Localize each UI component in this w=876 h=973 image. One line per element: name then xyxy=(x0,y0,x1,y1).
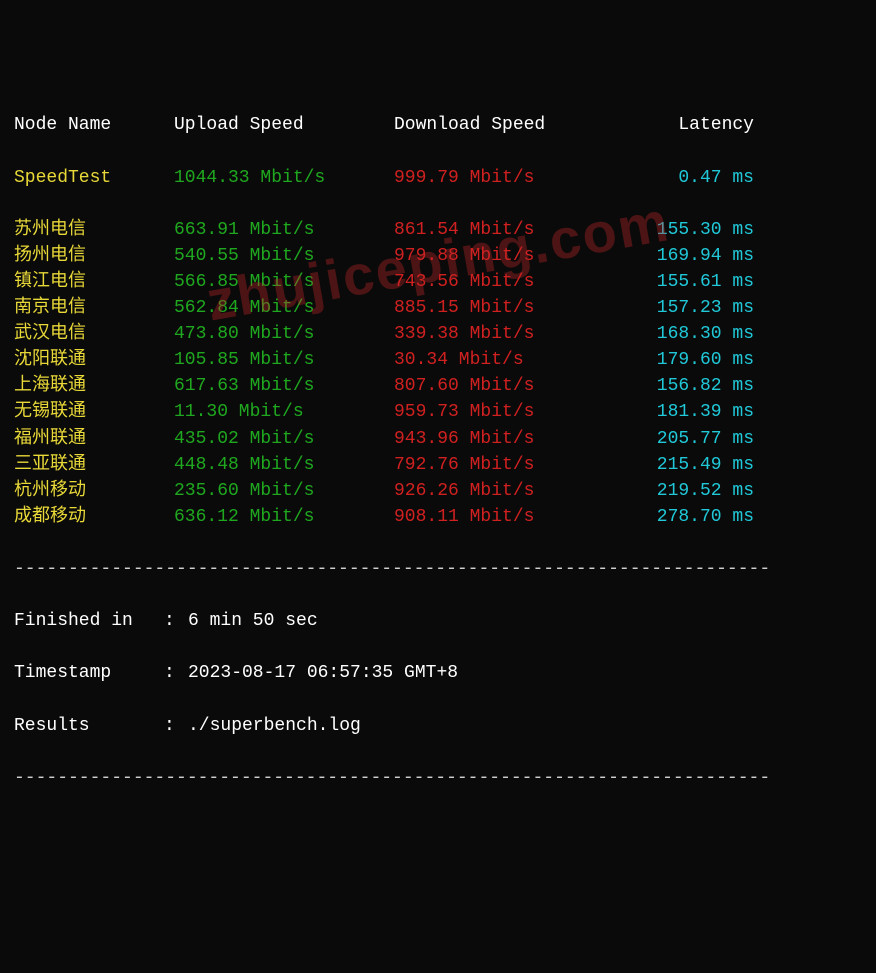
header-row: Node Name Upload Speed Download Speed La… xyxy=(14,112,862,138)
colon: : xyxy=(164,608,188,634)
results-value: ./superbench.log xyxy=(188,713,361,739)
table-row: 扬州电信540.55 Mbit/s979.88 Mbit/s169.94 ms xyxy=(14,243,862,269)
node-name: SpeedTest xyxy=(14,165,174,191)
latency-value: 181.39 ms xyxy=(614,399,754,425)
header-node: Node Name xyxy=(14,112,174,138)
download-value: 943.96 Mbit/s xyxy=(394,426,614,452)
table-row: 上海联通617.63 Mbit/s807.60 Mbit/s156.82 ms xyxy=(14,373,862,399)
upload-value: 11.30 Mbit/s xyxy=(174,399,394,425)
download-value: 339.38 Mbit/s xyxy=(394,321,614,347)
upload-value: 617.63 Mbit/s xyxy=(174,373,394,399)
upload-value: 663.91 Mbit/s xyxy=(174,217,394,243)
upload-value: 435.02 Mbit/s xyxy=(174,426,394,452)
upload-value: 540.55 Mbit/s xyxy=(174,243,394,269)
table-row: 沈阳联通105.85 Mbit/s30.34 Mbit/s179.60 ms xyxy=(14,347,862,373)
table-row: 南京电信562.84 Mbit/s885.15 Mbit/s157.23 ms xyxy=(14,295,862,321)
node-name: 福州联通 xyxy=(14,426,174,452)
node-name: 扬州电信 xyxy=(14,243,174,269)
download-value: 908.11 Mbit/s xyxy=(394,504,614,530)
node-name: 杭州移动 xyxy=(14,478,174,504)
latency-value: 0.47 ms xyxy=(614,165,754,191)
download-value: 807.60 Mbit/s xyxy=(394,373,614,399)
table-row: 福州联通435.02 Mbit/s943.96 Mbit/s205.77 ms xyxy=(14,426,862,452)
latency-value: 157.23 ms xyxy=(614,295,754,321)
timestamp-label: Timestamp xyxy=(14,660,164,686)
footer-results: Results:./superbench.log xyxy=(14,713,862,739)
node-name: 南京电信 xyxy=(14,295,174,321)
divider: ----------------------------------------… xyxy=(14,556,862,582)
download-value: 979.88 Mbit/s xyxy=(394,243,614,269)
node-name: 成都移动 xyxy=(14,504,174,530)
timestamp-value: 2023-08-17 06:57:35 GMT+8 xyxy=(188,660,458,686)
footer-finished: Finished in:6 min 50 sec xyxy=(14,608,862,634)
table-row: 成都移动636.12 Mbit/s908.11 Mbit/s278.70 ms xyxy=(14,504,862,530)
latency-value: 168.30 ms xyxy=(614,321,754,347)
table-row: 武汉电信473.80 Mbit/s339.38 Mbit/s168.30 ms xyxy=(14,321,862,347)
colon: : xyxy=(164,713,188,739)
header-download: Download Speed xyxy=(394,112,614,138)
latency-value: 219.52 ms xyxy=(614,478,754,504)
divider: ----------------------------------------… xyxy=(14,765,862,791)
latency-value: 155.61 ms xyxy=(614,269,754,295)
upload-value: 636.12 Mbit/s xyxy=(174,504,394,530)
footer-timestamp: Timestamp:2023-08-17 06:57:35 GMT+8 xyxy=(14,660,862,686)
upload-value: 473.80 Mbit/s xyxy=(174,321,394,347)
upload-value: 448.48 Mbit/s xyxy=(174,452,394,478)
download-value: 959.73 Mbit/s xyxy=(394,399,614,425)
download-value: 792.76 Mbit/s xyxy=(394,452,614,478)
table-row: 三亚联通448.48 Mbit/s792.76 Mbit/s215.49 ms xyxy=(14,452,862,478)
node-name: 上海联通 xyxy=(14,373,174,399)
rows-container: 苏州电信663.91 Mbit/s861.54 Mbit/s155.30 ms扬… xyxy=(14,217,862,530)
table-row: 无锡联通11.30 Mbit/s959.73 Mbit/s181.39 ms xyxy=(14,399,862,425)
latency-value: 179.60 ms xyxy=(614,347,754,373)
latency-value: 169.94 ms xyxy=(614,243,754,269)
download-value: 999.79 Mbit/s xyxy=(394,165,614,191)
speedtest-row: SpeedTest 1044.33 Mbit/s 999.79 Mbit/s 0… xyxy=(14,165,862,191)
header-latency: Latency xyxy=(614,112,754,138)
table-row: 镇江电信566.85 Mbit/s743.56 Mbit/s155.61 ms xyxy=(14,269,862,295)
latency-value: 215.49 ms xyxy=(614,452,754,478)
latency-value: 156.82 ms xyxy=(614,373,754,399)
download-value: 861.54 Mbit/s xyxy=(394,217,614,243)
node-name: 沈阳联通 xyxy=(14,347,174,373)
upload-value: 235.60 Mbit/s xyxy=(174,478,394,504)
download-value: 743.56 Mbit/s xyxy=(394,269,614,295)
download-value: 885.15 Mbit/s xyxy=(394,295,614,321)
results-label: Results xyxy=(14,713,164,739)
latency-value: 205.77 ms xyxy=(614,426,754,452)
upload-value: 105.85 Mbit/s xyxy=(174,347,394,373)
table-row: 杭州移动235.60 Mbit/s926.26 Mbit/s219.52 ms xyxy=(14,478,862,504)
finished-value: 6 min 50 sec xyxy=(188,608,318,634)
upload-value: 566.85 Mbit/s xyxy=(174,269,394,295)
header-upload: Upload Speed xyxy=(174,112,394,138)
table-row: 苏州电信663.91 Mbit/s861.54 Mbit/s155.30 ms xyxy=(14,217,862,243)
node-name: 苏州电信 xyxy=(14,217,174,243)
upload-value: 1044.33 Mbit/s xyxy=(174,165,394,191)
latency-value: 278.70 ms xyxy=(614,504,754,530)
finished-label: Finished in xyxy=(14,608,164,634)
download-value: 30.34 Mbit/s xyxy=(394,347,614,373)
node-name: 镇江电信 xyxy=(14,269,174,295)
download-value: 926.26 Mbit/s xyxy=(394,478,614,504)
node-name: 无锡联通 xyxy=(14,399,174,425)
upload-value: 562.84 Mbit/s xyxy=(174,295,394,321)
node-name: 武汉电信 xyxy=(14,321,174,347)
node-name: 三亚联通 xyxy=(14,452,174,478)
latency-value: 155.30 ms xyxy=(614,217,754,243)
colon: : xyxy=(164,660,188,686)
